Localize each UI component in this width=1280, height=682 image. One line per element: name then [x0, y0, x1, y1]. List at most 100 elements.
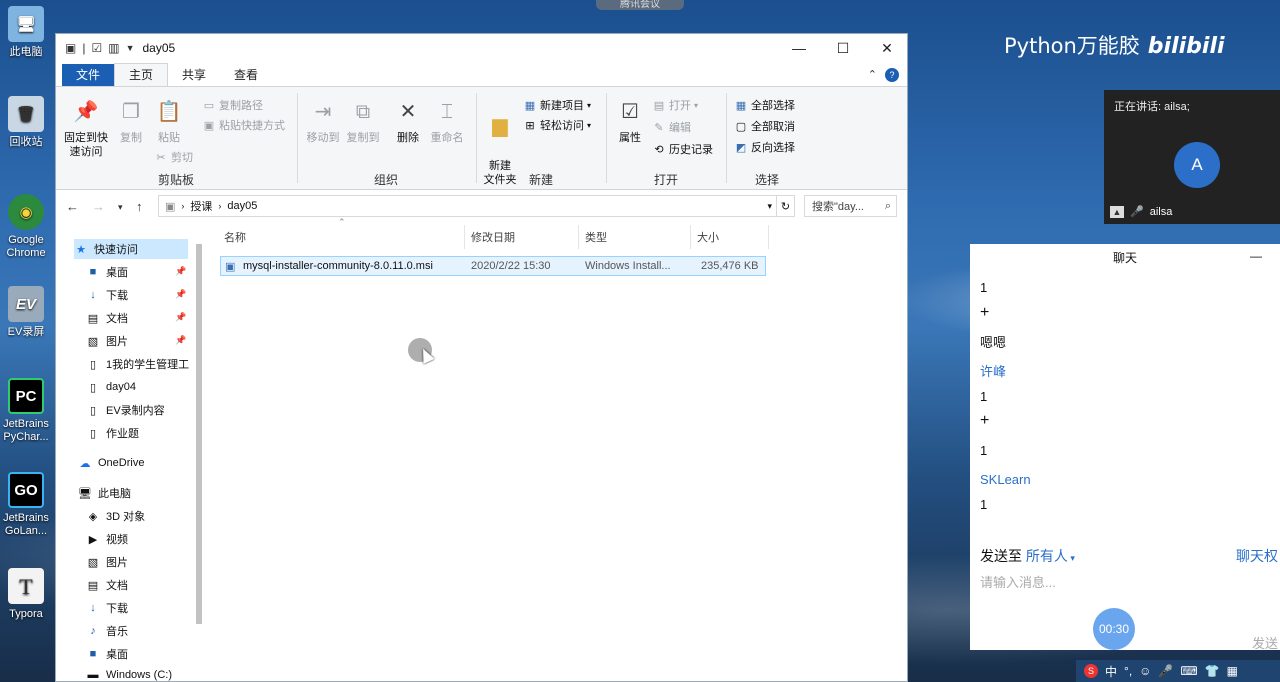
pin-icon[interactable]: 📌	[175, 312, 186, 323]
microphone-icon[interactable]: 🎤	[1130, 205, 1144, 218]
rename-button[interactable]: ⌶ 重命名	[427, 97, 467, 145]
breadcrumb-item[interactable]: 授课	[190, 198, 212, 214]
delete-button[interactable]: ✕ 删除	[391, 97, 425, 145]
nav-folder[interactable]: ▯ 作业题	[86, 423, 139, 443]
skin-icon[interactable]: 👕	[1205, 664, 1220, 678]
clipboard-group: 📌 固定到快速访问 ❐ 复制 📋 粘贴 ▭ 复制路径 ▣ 粘贴快捷方式 ✂ 剪切 剪贴…	[56, 91, 326, 189]
column-modified[interactable]: 修改日期	[465, 225, 579, 249]
this-pc-desktop-icon[interactable]: 🖥 此电脑	[0, 6, 52, 59]
customize-dropdown-icon[interactable]: ▼	[126, 43, 135, 53]
open-button[interactable]: ▤ 打开 ▾	[652, 97, 698, 113]
back-icon[interactable]: ←	[66, 199, 79, 214]
punctuation-icon[interactable]: °,	[1124, 664, 1132, 678]
select-none-button[interactable]: ▢ 全部取消	[734, 118, 795, 134]
tab-view[interactable]: 查看	[220, 64, 272, 86]
toolbox-icon[interactable]: ▦	[1227, 664, 1238, 678]
properties-button[interactable]: ☑ 属性	[612, 97, 648, 145]
breadcrumb-item[interactable]: day05	[227, 200, 257, 212]
nav-3d-objects[interactable]: ◈ 3D 对象	[86, 506, 145, 526]
copy-to-button[interactable]: ⧉ 复制到	[343, 97, 383, 145]
nav-desktop[interactable]: ■ 桌面	[86, 262, 128, 282]
send-to-selector[interactable]: 发送至 所有人 ▾	[980, 546, 1075, 566]
microphone-icon[interactable]: 🎤	[1158, 664, 1173, 678]
properties-icon[interactable]: ☑	[91, 41, 102, 55]
chat-input[interactable]: 请输入消息...	[980, 572, 1056, 591]
pin-quick-access-button[interactable]: 📌 固定到快速访问	[60, 97, 112, 159]
address-bar[interactable]: ▣ › 授课 › day05 ▾	[158, 195, 777, 217]
tab-file[interactable]: 文件	[62, 64, 115, 86]
minimize-button[interactable]: —	[778, 34, 820, 62]
video-off-icon[interactable]: ▲	[1110, 205, 1124, 218]
keyboard-icon[interactable]: ⌨	[1180, 664, 1197, 678]
help-icon[interactable]: ?	[885, 68, 899, 82]
nav-pictures[interactable]: ▧ 图片	[86, 552, 128, 572]
pin-icon[interactable]: 📌	[175, 289, 186, 300]
file-row[interactable]: ▣ mysql-installer-community-8.0.11.0.msi…	[220, 256, 766, 276]
nav-quick-access[interactable]: ★ 快速访问	[74, 239, 188, 259]
pin-icon: 📌	[73, 101, 99, 123]
sogou-icon[interactable]: S	[1084, 664, 1098, 678]
chat-permission-link[interactable]: 聊天权	[1236, 546, 1278, 566]
nav-this-pc[interactable]: 🖥 此电脑	[78, 483, 131, 503]
chat-minimize-button[interactable]: —	[1250, 244, 1262, 268]
address-dropdown-icon[interactable]: ▾	[767, 201, 772, 212]
nav-drive-c[interactable]: ▬ Windows (C:)	[86, 665, 173, 681]
paste-button[interactable]: 📋 粘贴	[152, 97, 186, 145]
column-name[interactable]: 名称 ⌃	[218, 217, 465, 249]
new-folder-icon[interactable]: ▥	[108, 41, 119, 55]
nav-videos[interactable]: ▶ 视频	[86, 529, 128, 549]
easy-access-button[interactable]: ⊞ 轻松访问 ▾	[523, 117, 591, 133]
copy-path-button[interactable]: ▭ 复制路径	[202, 97, 263, 113]
close-button[interactable]: ✕	[866, 34, 908, 62]
tab-home[interactable]: 主页	[114, 63, 169, 86]
desktop-icon-label: 此电脑	[9, 46, 43, 58]
nav-downloads[interactable]: ↓ 下载	[86, 598, 128, 618]
nav-music[interactable]: ♪ 音乐	[86, 621, 128, 641]
new-item-button[interactable]: ▦ 新建项目 ▾	[523, 97, 591, 113]
paste-shortcut-button[interactable]: ▣ 粘贴快捷方式	[202, 117, 285, 133]
tab-share[interactable]: 共享	[168, 64, 220, 86]
search-input[interactable]: 搜索"day... ⌕	[804, 195, 897, 217]
recent-dropdown-icon[interactable]: ▾	[118, 202, 123, 213]
goland-desktop-icon[interactable]: GO JetBrains GoLan...	[0, 472, 52, 538]
group-divider	[606, 93, 607, 183]
nav-folder[interactable]: ▯ 1我的学生管理工	[86, 354, 189, 374]
nav-downloads[interactable]: ↓ 下载	[86, 285, 128, 305]
open-icon: ▤	[653, 99, 665, 112]
nav-onedrive[interactable]: ☁ OneDrive	[78, 453, 145, 473]
nav-pictures[interactable]: ▧ 图片	[86, 331, 128, 351]
collapse-ribbon-icon[interactable]: ⌃	[868, 68, 877, 82]
nav-desktop[interactable]: ■ 桌面	[86, 644, 128, 664]
pin-icon[interactable]: 📌	[175, 266, 186, 277]
chrome-desktop-icon[interactable]: ◉ Google Chrome	[0, 194, 52, 260]
cut-button[interactable]: ✂ 剪切	[154, 149, 193, 165]
invert-selection-button[interactable]: ◩ 反向选择	[734, 139, 795, 155]
history-button[interactable]: ⟲ 历史记录	[652, 141, 713, 157]
nav-documents[interactable]: ▤ 文档	[86, 308, 128, 328]
move-to-button[interactable]: ⇥ 移动到	[303, 97, 343, 145]
nav-scrollbar[interactable]	[194, 230, 204, 668]
maximize-button[interactable]: ☐	[822, 34, 864, 62]
chat-message: 1	[980, 280, 988, 295]
recycle-bin-desktop-icon[interactable]: 🗑 回收站	[0, 96, 52, 149]
column-type[interactable]: 类型	[579, 225, 691, 249]
nav-folder[interactable]: ▯ day04	[86, 377, 136, 397]
forward-icon[interactable]: →	[92, 199, 105, 214]
ime-mode[interactable]: 中	[1105, 663, 1117, 680]
column-size[interactable]: 大小	[691, 225, 769, 249]
ev-recorder-desktop-icon[interactable]: EV EV录屏	[0, 286, 52, 339]
pin-icon[interactable]: 📌	[175, 335, 186, 346]
scrollbar-thumb[interactable]	[196, 244, 202, 624]
nav-documents[interactable]: ▤ 文档	[86, 575, 128, 595]
send-button[interactable]: 发送	[1252, 633, 1278, 652]
select-all-button[interactable]: ▦ 全部选择	[734, 97, 795, 113]
nav-folder[interactable]: ▯ EV录制内容	[86, 400, 165, 420]
meeting-floating-tab[interactable]: 腾讯会议	[596, 0, 684, 10]
emoji-icon[interactable]: ☺	[1139, 664, 1151, 678]
refresh-button[interactable]: ↻	[777, 195, 795, 217]
copy-button[interactable]: ❐ 复制	[114, 97, 148, 145]
typora-desktop-icon[interactable]: T Typora	[0, 568, 52, 621]
up-icon[interactable]: ↑	[136, 199, 143, 214]
edit-button[interactable]: ✎ 编辑	[652, 119, 691, 135]
pycharm-desktop-icon[interactable]: PC JetBrains PyChar...	[0, 378, 52, 444]
